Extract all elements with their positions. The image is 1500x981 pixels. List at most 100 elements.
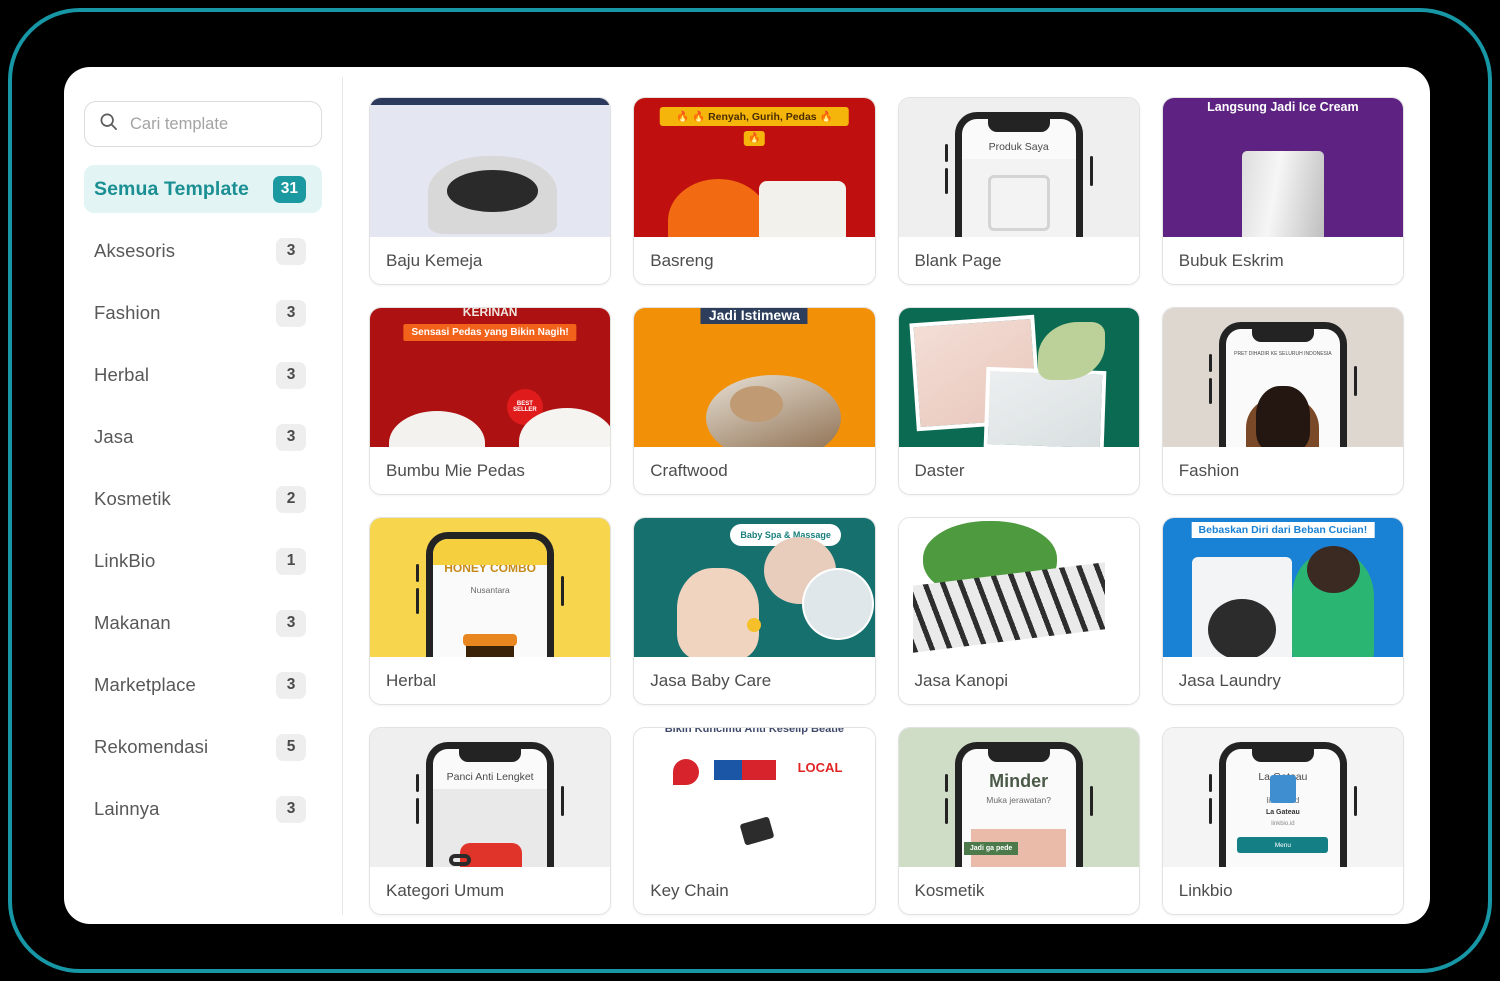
sidebar-item-label: Makanan — [94, 612, 171, 633]
template-card[interactable]: Jasa Kanopi — [897, 517, 1140, 705]
sidebar-item-jasa[interactable]: Jasa 3 — [84, 413, 322, 461]
sidebar-item-aksesoris[interactable]: Aksesoris 3 — [84, 227, 322, 275]
template-card[interactable]: Bebaskan Diri dari Beban Cucian! Jasa Lau… — [1161, 517, 1404, 705]
phone-side-button — [416, 564, 420, 582]
person-head — [1306, 545, 1360, 594]
phone-screen-subtitle: Muka jerawatan? — [986, 795, 1051, 805]
sidebar-item-kosmetik[interactable]: Kosmetik 2 — [84, 475, 322, 523]
phone-notch — [1251, 749, 1314, 762]
template-card[interactable]: PRET DIHADIR KE SELURUH INDONESIA Fashion — [1161, 307, 1404, 495]
template-card-label: Kategori Umum — [370, 867, 611, 914]
pouch-graphic — [1242, 150, 1324, 237]
template-card[interactable]: Produk Saya Blank Page — [897, 97, 1140, 285]
template-card[interactable]: Jadi Istimewa Craftwood — [633, 307, 876, 495]
phone-mockup: HONEY COMBO Nusantara — [426, 532, 555, 657]
template-card-label: Craftwood — [634, 447, 875, 494]
person-hair — [1255, 386, 1311, 447]
phone-side-button — [561, 576, 565, 606]
template-card-label: Jasa Baby Care — [634, 657, 875, 704]
search-icon — [99, 112, 118, 136]
template-card[interactable]: La Gateaulinkbio.idLa Gateaulinkbio.idMe… — [1161, 727, 1404, 915]
sidebar-item-makanan[interactable]: Makanan 3 — [84, 599, 322, 647]
sidebar-item-label: LinkBio — [94, 550, 156, 571]
phone-side-button — [416, 588, 420, 614]
template-card[interactable]: Bikin Kuncimu Anti Keselip Beatle LOCAL Ke… — [633, 727, 876, 915]
template-card-label: Fashion — [1162, 447, 1403, 494]
template-picker-panel: Semua Template31Aksesoris3Fashion3Herbal… — [64, 67, 1430, 924]
sidebar-item-label: Lainnya — [94, 798, 160, 819]
template-card-label: Basreng — [634, 237, 875, 284]
phone-mockup: Panci Anti Lengket — [426, 742, 555, 867]
sidebar-item-label: Jasa — [94, 426, 134, 447]
promo-banner: Langsung Jadi Ice Cream — [1207, 100, 1359, 114]
sidebar-item-fashion[interactable]: Fashion 3 — [84, 289, 322, 337]
template-thumbnail: 🔥 🔥 Renyah, Gurih, Pedas 🔥 🔥 — [634, 98, 875, 237]
sidebar-item-count: 31 — [272, 175, 306, 203]
link-button[interactable]: Menu — [1237, 837, 1329, 853]
phone-screen-title: PRET DIHADIR KE SELURUH INDONESIA — [1234, 351, 1332, 357]
template-card[interactable]: Baju Kemeja — [369, 97, 612, 285]
template-card[interactable]: HONEY COMBO Nusantara Herbal — [369, 517, 612, 705]
sidebar-item-semua-template[interactable]: Semua Template 31 — [84, 165, 322, 213]
template-card-label: Bubuk Eskrim — [1162, 237, 1403, 284]
template-grid-scroll-area[interactable]: Baju Kemeja 🔥 🔥 Renyah, Gurih, Pedas 🔥 🔥 Ba… — [343, 67, 1430, 924]
template-card[interactable]: Baby Spa & Massage Jasa Baby Care — [633, 517, 876, 705]
template-card[interactable]: Daster — [897, 307, 1140, 495]
template-card[interactable]: 🔥 🔥 Renyah, Gurih, Pedas 🔥 🔥 Basreng — [633, 97, 876, 285]
promo-banner: Bebaskan Diri dari Beban Cucian! — [1191, 522, 1375, 538]
phone-side-button — [1089, 786, 1093, 816]
sidebar-item-rekomendasi[interactable]: Rekomendasi 5 — [84, 723, 322, 771]
sidebar-item-label: Kosmetik — [94, 488, 171, 509]
phone-notch — [987, 749, 1050, 762]
template-card[interactable]: Minder Muka jerawatan? Jadi ga pede Kosmeti… — [897, 727, 1140, 915]
bowl-graphic — [389, 410, 486, 447]
photo-collage-2 — [983, 367, 1107, 447]
phone-side-button — [416, 774, 420, 792]
phone-screen-title: Produk Saya — [988, 141, 1049, 153]
search-input[interactable] — [130, 114, 307, 134]
brand-logo-icon — [1269, 775, 1296, 803]
template-thumbnail — [370, 98, 611, 237]
sidebar-item-label: Aksesoris — [94, 240, 176, 261]
template-card[interactable]: Langsung Jadi Ice Cream Bubuk Eskrim — [1161, 97, 1404, 285]
phone-side-button — [416, 798, 420, 824]
template-thumbnail — [898, 518, 1139, 657]
sidebar-item-count: 3 — [276, 237, 306, 265]
sidebar-item-herbal[interactable]: Herbal 3 — [84, 351, 322, 399]
overline-text: KERINAN — [462, 308, 518, 319]
sidebar-item-linkbio[interactable]: LinkBio 1 — [84, 537, 322, 585]
template-thumbnail: Minder Muka jerawatan? Jadi ga pede — [898, 728, 1139, 867]
phone-notch — [987, 119, 1050, 132]
phone-mockup: Minder Muka jerawatan? Jadi ga pede — [954, 742, 1083, 867]
template-thumbnail: Bikin Kuncimu Anti Keselip Beatle LOCAL — [634, 728, 875, 867]
phone-side-button — [944, 798, 948, 824]
search-template-box[interactable] — [84, 101, 322, 147]
template-card-label: Jasa Laundry — [1162, 657, 1403, 704]
snack-pack-graphic — [759, 181, 846, 237]
template-card-label: Bumbu Mie Pedas — [370, 447, 611, 494]
template-card-label: Daster — [898, 447, 1139, 494]
phone-side-button — [944, 774, 948, 792]
promo-banner: Sensasi Pedas yang Bikin Nagih! — [403, 324, 577, 341]
phone-side-button — [1208, 798, 1212, 824]
sidebar-item-count: 3 — [276, 423, 306, 451]
sidebar-item-count: 3 — [276, 795, 306, 823]
template-card-label: Herbal — [370, 657, 611, 704]
template-card-label: Kosmetik — [898, 867, 1139, 914]
phone-screen-title: Panci Anti Lengket — [446, 771, 534, 783]
template-card[interactable]: Panci Anti Lengket Kategori Umum — [369, 727, 612, 915]
phone-side-button — [561, 786, 565, 816]
honey-jar-lid — [463, 634, 518, 646]
sidebar-item-lainnya[interactable]: Lainnya 3 — [84, 785, 322, 833]
flame-graphic — [667, 178, 769, 237]
sidebar-item-count: 3 — [276, 299, 306, 327]
template-card-label: Key Chain — [634, 867, 875, 914]
pot-handle — [449, 854, 472, 867]
sidebar-item-count: 3 — [276, 361, 306, 389]
phone-screen-subtitle: Nusantara — [470, 585, 510, 595]
flame-icon: 🔥 — [744, 131, 765, 146]
sidebar-item-marketplace[interactable]: Marketplace 3 — [84, 661, 322, 709]
template-card[interactable]: KERINAN Sensasi Pedas yang Bikin Nagih! BE… — [369, 307, 612, 495]
template-grid: Baju Kemeja 🔥 🔥 Renyah, Gurih, Pedas 🔥 🔥 Ba… — [369, 97, 1404, 915]
phone-notch — [1251, 329, 1314, 342]
